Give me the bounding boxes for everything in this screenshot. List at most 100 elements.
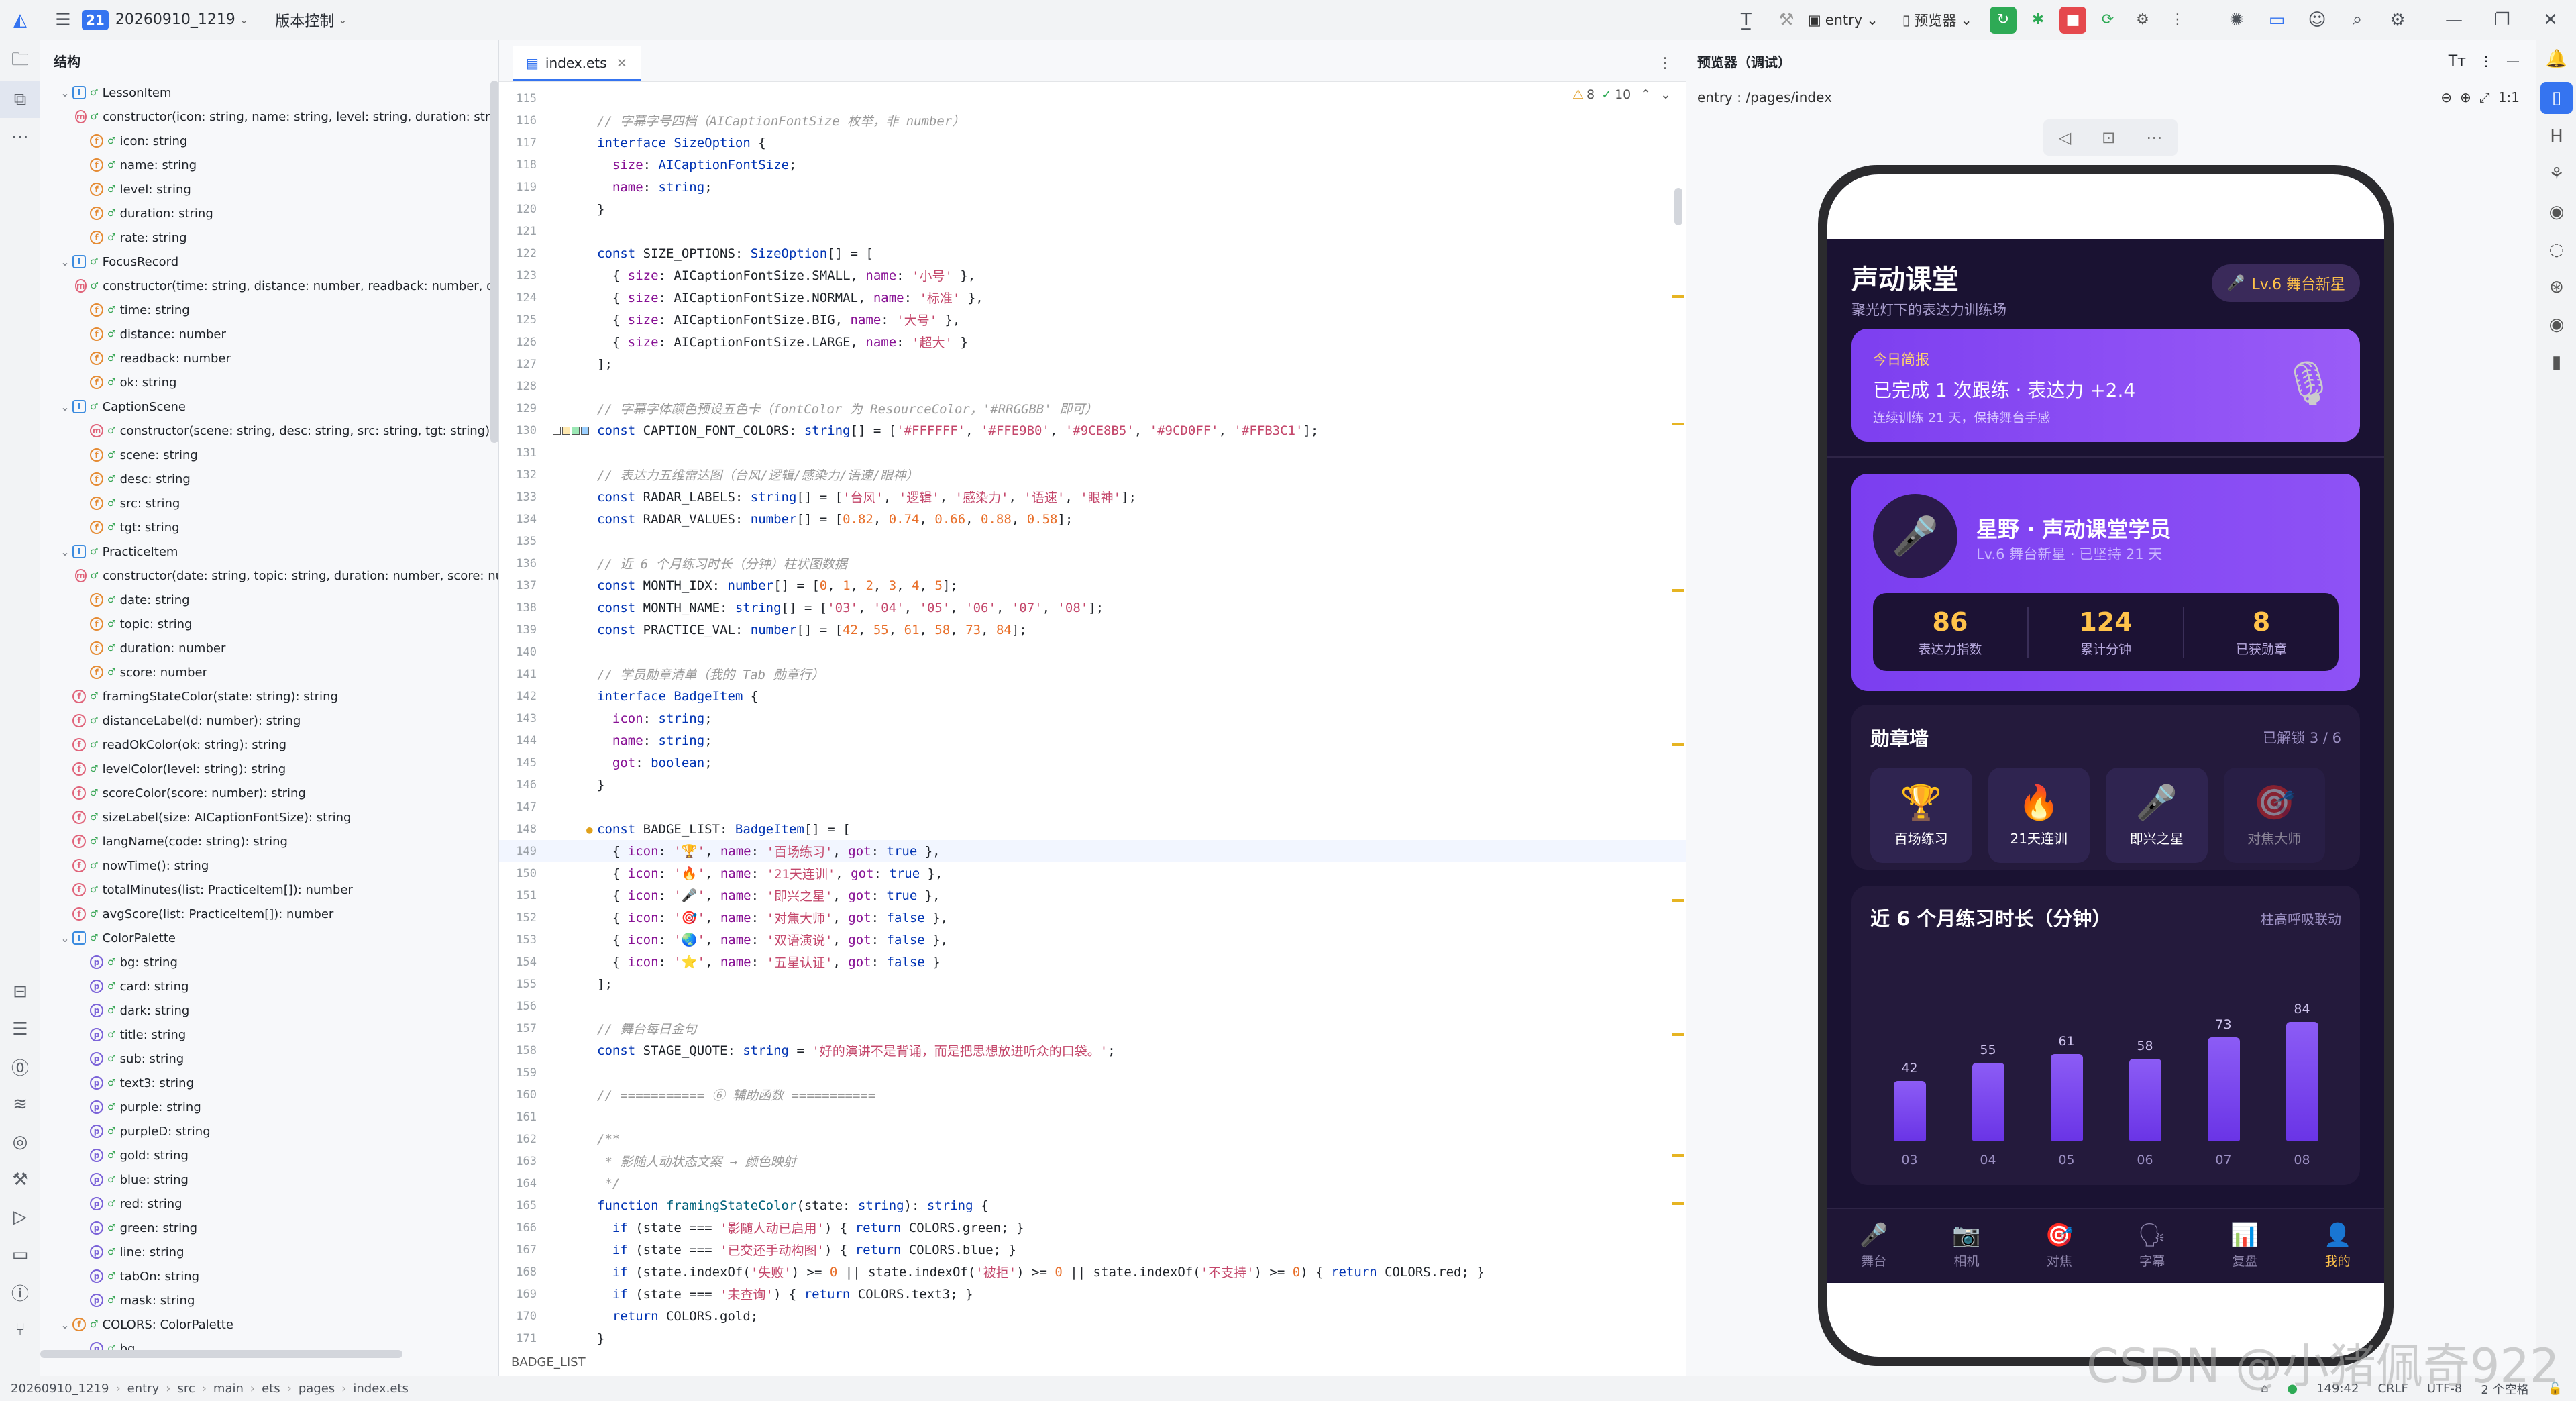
zoom-level[interactable]: 1:1: [2498, 89, 2520, 105]
tree-row[interactable]: f ♂ framingStateColor(state: string): stri…: [40, 684, 498, 709]
code-area[interactable]: 115 116 // 字幕字号四档（AICaptionFontSize 枚举，非 n…: [499, 87, 1686, 1362]
nav-item-4[interactable]: 📊 复盘: [2198, 1209, 2291, 1282]
tree-row[interactable]: f ♂ scoreColor(score: number): string: [40, 781, 498, 805]
tree-row[interactable]: ⌄ f ♂ COLORS: ColorPalette: [40, 1312, 498, 1337]
page-path[interactable]: entry : /pages/index: [1697, 89, 1832, 105]
device-select[interactable]: ▯ 预览器 ⌄: [1896, 10, 1979, 30]
tree-row[interactable]: p ♂ line: string: [40, 1240, 498, 1264]
tree-row[interactable]: f ♂ duration: number: [40, 636, 498, 660]
structure-scrollbar[interactable]: [490, 81, 498, 443]
sync-icon[interactable]: ◌: [2536, 231, 2576, 268]
breadcrumb-item[interactable]: pages: [299, 1382, 335, 1396]
notifications-icon[interactable]: 🔔: [2536, 40, 2576, 78]
services-icon[interactable]: ◎: [0, 1123, 40, 1161]
rotate-icon[interactable]: ⊡: [2102, 128, 2115, 147]
layers-icon[interactable]: ≋: [0, 1086, 40, 1123]
tree-row[interactable]: p ♂ bg: string: [40, 950, 498, 974]
nav-item-1[interactable]: 📷 相机: [1920, 1209, 2012, 1282]
breadcrumb-item[interactable]: entry: [127, 1382, 160, 1396]
tree-row[interactable]: p ♂ title: string: [40, 1023, 498, 1047]
close-icon[interactable]: ✕: [2536, 5, 2565, 35]
back-icon[interactable]: ◁: [2059, 128, 2071, 147]
badge-item[interactable]: 🎤 即兴之星: [2106, 768, 2208, 863]
eye-icon[interactable]: ◉: [2536, 306, 2576, 344]
badge-item[interactable]: 🎯 对焦大师: [2223, 768, 2325, 863]
tree-row[interactable]: f ♂ readOkColor(ok: string): string: [40, 733, 498, 757]
tree-row[interactable]: f ♂ nowTime(): string: [40, 853, 498, 878]
previewer-toggle-icon[interactable]: ▯: [2540, 82, 2573, 114]
more-icon[interactable]: ⋮: [2164, 7, 2191, 34]
tree-row[interactable]: f ♂ icon: string: [40, 129, 498, 153]
chevron-down-icon[interactable]: ⌄: [58, 932, 72, 945]
insight-icon[interactable]: ⚘: [2536, 156, 2576, 193]
tree-row[interactable]: f ♂ name: string: [40, 153, 498, 177]
tree-row[interactable]: ⌄ I ♂ CaptionScene: [40, 395, 498, 419]
tree-row[interactable]: f ♂ desc: string: [40, 467, 498, 491]
tree-row[interactable]: f ♂ scene: string: [40, 443, 498, 467]
more-tools-icon[interactable]: ⋯: [0, 118, 40, 156]
more-icon[interactable]: ⋯: [2146, 128, 2162, 147]
tree-row[interactable]: m ♂ constructor(time: string, distance: nu…: [40, 274, 498, 298]
tree-row[interactable]: p ♂ text3: string: [40, 1071, 498, 1095]
robot-icon[interactable]: ⊛: [2536, 268, 2576, 306]
nav-item-5[interactable]: 👤 我的: [2292, 1209, 2384, 1282]
bulb-icon[interactable]: ●: [586, 823, 593, 836]
avatar[interactable]: 🎤: [1873, 494, 1957, 578]
tree-row[interactable]: p ♂ green: string: [40, 1216, 498, 1240]
breadcrumb-item[interactable]: index.ets: [353, 1382, 408, 1396]
tree-row[interactable]: m ♂ constructor(icon: string, name: string…: [40, 105, 498, 129]
build-icon[interactable]: ⚒: [0, 1161, 40, 1198]
tree-row[interactable]: f ♂ readback: number: [40, 346, 498, 370]
stop-button[interactable]: ■: [2059, 6, 2086, 34]
tree-row[interactable]: p ♂ red: string: [40, 1192, 498, 1216]
terminal-icon[interactable]: ⊟: [0, 973, 40, 1010]
tree-row[interactable]: f ♂ levelColor(level: string): string: [40, 757, 498, 781]
badge-item[interactable]: 🔥 21天连训: [1988, 768, 2090, 863]
chevron-down-icon[interactable]: ⌄: [58, 401, 72, 413]
chevron-down-icon[interactable]: ⌄: [58, 256, 72, 268]
tree-row[interactable]: p ♂ tabOn: string: [40, 1264, 498, 1288]
tree-row[interactable]: p ♂ purpleD: string: [40, 1119, 498, 1143]
tree-row[interactable]: m ♂ constructor(scene: string, desc: strin…: [40, 419, 498, 443]
vcs-menu[interactable]: 版本控制: [275, 9, 334, 31]
tree-row[interactable]: ⌄ I ♂ LessonItem: [40, 81, 498, 105]
more-icon[interactable]: ⋮: [2479, 53, 2493, 69]
nav-item-2[interactable]: 🎯 对焦: [2013, 1209, 2106, 1282]
profiler-icon[interactable]: ⓪: [0, 1048, 40, 1086]
run-button[interactable]: ↻: [1990, 6, 2017, 34]
bug-icon[interactable]: ⚙: [2129, 7, 2156, 34]
console-icon[interactable]: ▭: [0, 1236, 40, 1274]
tree-row[interactable]: p ♂ gold: string: [40, 1143, 498, 1168]
tree-row[interactable]: f ♂ sizeLabel(size: AICaptionFontSize): st…: [40, 805, 498, 829]
tree-row[interactable]: f ♂ time: string: [40, 298, 498, 322]
tree-row[interactable]: ⌄ I ♂ ColorPalette: [40, 926, 498, 950]
folder-icon[interactable]: ▭: [2262, 5, 2292, 35]
more-icon[interactable]: ⋮: [1658, 55, 1672, 72]
minimize-icon[interactable]: —: [2439, 5, 2469, 35]
tree-row[interactable]: p ♂ card: string: [40, 974, 498, 998]
problems-icon[interactable]: ⓘ: [0, 1274, 40, 1311]
text-tool-icon[interactable]: T̲: [1731, 5, 1761, 35]
badge-item[interactable]: 🏆 百场练习: [1870, 768, 1972, 863]
chevron-down-icon[interactable]: ⌄: [58, 546, 72, 558]
account-icon[interactable]: ☺: [2302, 5, 2332, 35]
font-size-icon[interactable]: Tт: [2449, 53, 2466, 70]
minimize-icon[interactable]: —: [2506, 53, 2520, 69]
tree-row[interactable]: f ♂ level: string: [40, 177, 498, 201]
git-icon[interactable]: ⑂: [0, 1311, 40, 1349]
project-name[interactable]: 20260910_1219: [115, 11, 235, 28]
search-icon[interactable]: ⌕: [2343, 5, 2372, 35]
tree-row[interactable]: f ♂ totalMinutes(list: PracticeItem[]): nu…: [40, 878, 498, 902]
breadcrumb-item[interactable]: 20260910_1219: [11, 1382, 109, 1396]
nav-item-0[interactable]: 🎤 舞台: [1827, 1209, 1920, 1282]
reload-button[interactable]: ⟳: [2094, 7, 2121, 34]
breadcrumb-item[interactable]: main: [213, 1382, 244, 1396]
chevron-down-icon[interactable]: ⌄: [58, 1318, 72, 1331]
structure-icon[interactable]: ⧉: [0, 81, 40, 118]
maximize-icon[interactable]: ❐: [2487, 5, 2517, 35]
tree-row[interactable]: f ♂ distanceLabel(d: number): string: [40, 709, 498, 733]
codegenie-icon[interactable]: ◉: [2536, 193, 2576, 231]
breadcrumb-item[interactable]: ets: [262, 1382, 280, 1396]
tree-row[interactable]: f ♂ topic: string: [40, 612, 498, 636]
device-icon[interactable]: ▮: [2536, 344, 2576, 381]
